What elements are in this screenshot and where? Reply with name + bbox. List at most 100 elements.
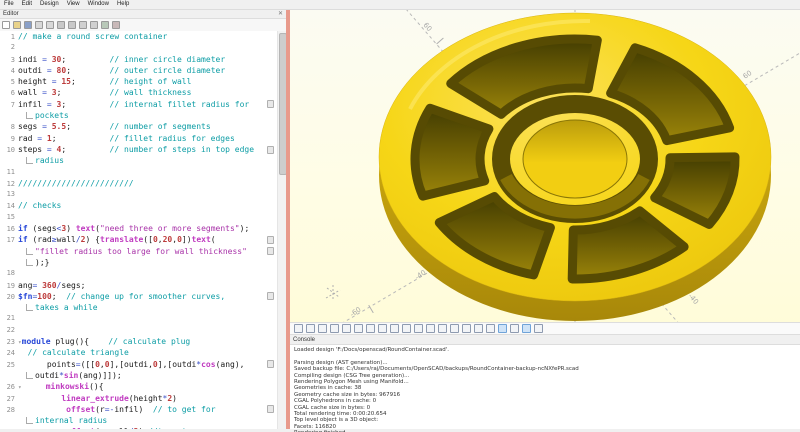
code-text: indi = 30; // inner circle diameter bbox=[18, 54, 277, 65]
preview-icon[interactable] bbox=[294, 324, 303, 333]
line-number: 13 bbox=[0, 189, 18, 200]
line-number: 10 bbox=[0, 145, 18, 156]
code-row: 24 // calculate triangle bbox=[0, 347, 277, 358]
code-text: ang= 360/segs; bbox=[18, 280, 277, 291]
show-edges-icon[interactable] bbox=[390, 324, 399, 333]
code-row: 22 bbox=[0, 325, 277, 336]
view-left-icon[interactable] bbox=[438, 324, 447, 333]
measure-distance-icon[interactable] bbox=[522, 324, 531, 333]
code-text: // make a round screw container bbox=[18, 31, 277, 42]
code-row: 10steps = 4; // number of steps in top e… bbox=[0, 144, 277, 155]
menu-item-edit[interactable]: Edit bbox=[18, 0, 36, 9]
menu-item-window[interactable]: Window bbox=[84, 0, 113, 9]
line-number: 7 bbox=[0, 100, 18, 111]
reset-view-icon[interactable] bbox=[354, 324, 363, 333]
wrap-continuation-icon bbox=[26, 417, 33, 424]
render-icon[interactable] bbox=[306, 324, 315, 333]
wrap-continuation-icon bbox=[26, 248, 33, 255]
zoom-out-icon[interactable] bbox=[342, 324, 351, 333]
uncomment-icon[interactable] bbox=[90, 21, 98, 29]
code-row: 16if (segs<3) text("need three or more s… bbox=[0, 223, 277, 234]
code-text: if (segs<3) text("need three or more seg… bbox=[18, 223, 277, 234]
code-text: if (rad≥wall/2) {translate([0,20,0])text… bbox=[18, 234, 267, 245]
code-row: 21 bbox=[0, 313, 277, 324]
new-file-icon[interactable] bbox=[2, 21, 10, 29]
code-text: internal radius bbox=[35, 415, 277, 426]
code-editor[interactable]: 1// make a round screw container23indi =… bbox=[0, 31, 277, 429]
comment-icon[interactable] bbox=[79, 21, 87, 29]
code-text: minkowski(){ bbox=[22, 381, 277, 392]
redo-icon[interactable] bbox=[46, 21, 54, 29]
line-number: 3 bbox=[0, 55, 18, 66]
show-axes-icon[interactable] bbox=[366, 324, 375, 333]
code-row: );} bbox=[0, 257, 277, 268]
wrap-marker-icon bbox=[267, 100, 274, 108]
preview-icon[interactable] bbox=[101, 21, 109, 29]
undo-icon[interactable] bbox=[35, 21, 43, 29]
code-row: internal radius bbox=[0, 415, 277, 426]
line-number: 18 bbox=[0, 268, 18, 279]
menu-item-help[interactable]: Help bbox=[113, 0, 133, 9]
code-text: //////////////////////// bbox=[18, 178, 277, 189]
code-row: outdi*sin(ang)]]); bbox=[0, 370, 277, 381]
code-text: segs = 5.5; // number of segments bbox=[18, 121, 277, 132]
3d-viewport[interactable]: -60 -40 60 60 -40 bbox=[290, 9, 800, 322]
perspective-icon[interactable] bbox=[498, 324, 507, 333]
console-pane: Console Loaded design 'F:/Docs/openscad/… bbox=[290, 335, 800, 429]
center-disc bbox=[523, 120, 627, 198]
menu-item-view[interactable]: View bbox=[63, 0, 84, 9]
measure-angle-icon[interactable] bbox=[534, 324, 543, 333]
line-number: 24 bbox=[0, 348, 18, 359]
render-icon[interactable] bbox=[112, 21, 120, 29]
view-front-icon[interactable] bbox=[450, 324, 459, 333]
line-number: 9 bbox=[0, 134, 18, 145]
code-row: 2 bbox=[0, 42, 277, 53]
orthogonal-icon[interactable] bbox=[510, 324, 519, 333]
save-icon[interactable] bbox=[24, 21, 32, 29]
editor-close-icon[interactable]: ✕ bbox=[278, 11, 283, 17]
wrap-continuation-icon bbox=[26, 304, 33, 311]
wrap-marker-icon bbox=[267, 236, 274, 244]
3d-render: -60 -40 60 60 -40 bbox=[290, 9, 800, 322]
code-text: points=([[0,0],[outdi,0],[outdi*cos(ang)… bbox=[18, 359, 267, 370]
code-row: 15 bbox=[0, 212, 277, 223]
code-text: outdi*sin(ang)]]); bbox=[35, 370, 277, 381]
zoom-in-icon[interactable] bbox=[330, 324, 339, 333]
code-row: 12//////////////////////// bbox=[0, 178, 277, 189]
code-text: $fn=100; // change up for smoother curve… bbox=[18, 291, 267, 302]
line-number: 16 bbox=[0, 224, 18, 235]
view-bottom-icon[interactable] bbox=[426, 324, 435, 333]
indent-icon[interactable] bbox=[68, 21, 76, 29]
line-number: 6 bbox=[0, 88, 18, 99]
code-text: wall = 3; // wall thickness bbox=[18, 87, 277, 98]
show-scale-markers-icon[interactable] bbox=[378, 324, 387, 333]
code-text: "fillet radius too large for wall thickn… bbox=[35, 246, 267, 257]
code-row: 6wall = 3; // wall thickness bbox=[0, 87, 277, 98]
line-number: 8 bbox=[0, 122, 18, 133]
code-row: 7infil = 3; // internal fillet radius fo… bbox=[0, 99, 277, 110]
view-top-icon[interactable] bbox=[414, 324, 423, 333]
editor-title-bar: Editor ✕ bbox=[0, 9, 286, 19]
open-icon[interactable] bbox=[13, 21, 21, 29]
menu-item-file[interactable]: File bbox=[0, 0, 18, 9]
menu-item-design[interactable]: Design bbox=[36, 0, 63, 9]
code-row: pockets bbox=[0, 110, 277, 121]
view-right-icon[interactable] bbox=[402, 324, 411, 333]
line-number: 23 bbox=[0, 337, 18, 348]
unindent-icon[interactable] bbox=[57, 21, 65, 29]
view-back-icon[interactable] bbox=[462, 324, 471, 333]
editor-scrollbar[interactable] bbox=[277, 31, 286, 429]
code-row: 9rad = 1; // fillet radius for edges bbox=[0, 133, 277, 144]
code-text: linear_extrude(height*2) bbox=[18, 393, 277, 404]
view-all-icon[interactable] bbox=[318, 324, 327, 333]
view-center-icon[interactable] bbox=[486, 324, 495, 333]
code-text: infil = 3; // internal fillet radius for bbox=[18, 99, 267, 110]
line-number: 5 bbox=[0, 77, 18, 88]
line-number: 27 bbox=[0, 394, 18, 405]
wrap-marker-icon bbox=[267, 292, 274, 300]
tick-label: 60 bbox=[421, 21, 433, 33]
code-row: 1// make a round screw container bbox=[0, 31, 277, 42]
view-diagonal-icon[interactable] bbox=[474, 324, 483, 333]
code-row: 19ang= 360/segs; bbox=[0, 280, 277, 291]
code-text: offset(r=-infil) // to get for bbox=[18, 404, 267, 415]
